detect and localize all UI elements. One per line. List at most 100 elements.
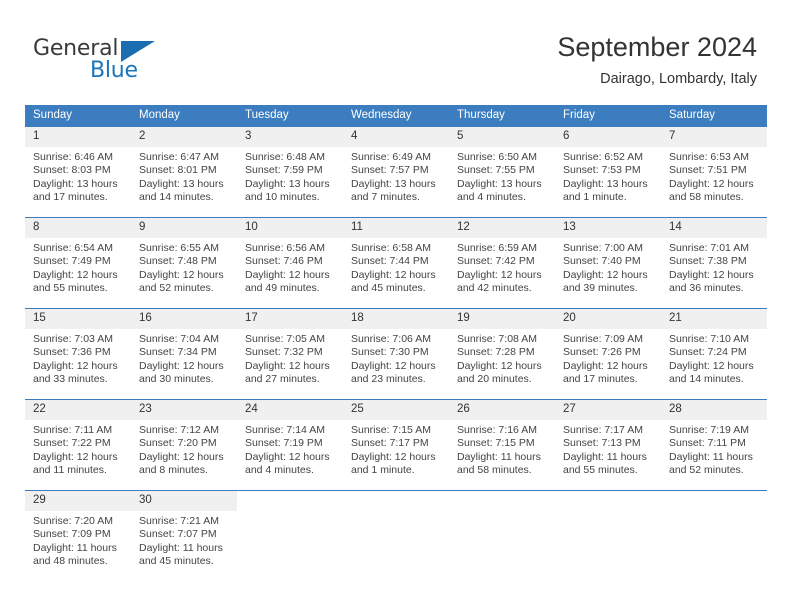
day-number: 12 xyxy=(449,218,555,238)
sunset-text: Sunset: 7:17 PM xyxy=(351,437,429,450)
sunrise-text: Sunrise: 7:08 AM xyxy=(457,333,537,345)
sunrise-text: Sunrise: 7:19 AM xyxy=(669,424,749,436)
daylight-text-line1: Daylight: 12 hours xyxy=(669,359,754,372)
sunrise-text: Sunrise: 7:00 AM xyxy=(563,242,643,254)
daylight-text-line1: Daylight: 12 hours xyxy=(351,359,436,372)
day-cell[interactable]: 1 Sunrise: 6:46 AM Sunset: 8:03 PM Dayli… xyxy=(25,126,131,208)
day-cell[interactable]: 5 Sunrise: 6:50 AM Sunset: 7:55 PM Dayli… xyxy=(449,126,555,208)
day-number: 24 xyxy=(237,400,343,420)
sunset-text: Sunset: 7:53 PM xyxy=(563,164,641,177)
daylight-text-line2: and 33 minutes. xyxy=(33,373,108,386)
daylight-text-line2: and 52 minutes. xyxy=(669,464,744,477)
daylight-text-line1: Daylight: 12 hours xyxy=(351,450,436,463)
day-cell[interactable]: 15 Sunrise: 7:03 AM Sunset: 7:36 PM Dayl… xyxy=(25,308,131,390)
day-cell[interactable]: 14 Sunrise: 7:01 AM Sunset: 7:38 PM Dayl… xyxy=(661,217,767,299)
day-cell[interactable]: 20 Sunrise: 7:09 AM Sunset: 7:26 PM Dayl… xyxy=(555,308,661,390)
daylight-text-line2: and 1 minute. xyxy=(563,191,627,204)
sunset-text: Sunset: 7:32 PM xyxy=(245,346,323,359)
page-subtitle: Dairago, Lombardy, Italy xyxy=(600,71,757,87)
daylight-text-line1: Daylight: 12 hours xyxy=(245,359,330,372)
day-info: Sunrise: 7:09 AM Sunset: 7:26 PM Dayligh… xyxy=(555,329,661,387)
calendar-week-row: 29 Sunrise: 7:20 AM Sunset: 7:09 PM Dayl… xyxy=(25,490,767,572)
sunrise-text: Sunrise: 6:48 AM xyxy=(245,151,325,163)
day-info: Sunrise: 6:58 AM Sunset: 7:44 PM Dayligh… xyxy=(343,238,449,296)
sunset-text: Sunset: 7:09 PM xyxy=(33,528,111,541)
daylight-text-line1: Daylight: 12 hours xyxy=(245,268,330,281)
day-cell[interactable]: 13 Sunrise: 7:00 AM Sunset: 7:40 PM Dayl… xyxy=(555,217,661,299)
day-cell[interactable]: 11 Sunrise: 6:58 AM Sunset: 7:44 PM Dayl… xyxy=(343,217,449,299)
day-number: 25 xyxy=(343,400,449,420)
daylight-text-line2: and 14 minutes. xyxy=(139,191,214,204)
sunrise-text: Sunrise: 6:46 AM xyxy=(33,151,113,163)
week-separator xyxy=(25,208,767,218)
daylight-text-line2: and 42 minutes. xyxy=(457,282,532,295)
day-number: 4 xyxy=(343,127,449,147)
calendar-table: Sunday Monday Tuesday Wednesday Thursday… xyxy=(25,105,767,572)
day-cell[interactable]: 30 Sunrise: 7:21 AM Sunset: 7:07 PM Dayl… xyxy=(131,490,237,572)
day-cell[interactable]: 8 Sunrise: 6:54 AM Sunset: 7:49 PM Dayli… xyxy=(25,217,131,299)
day-number: 6 xyxy=(555,127,661,147)
daylight-text-line2: and 55 minutes. xyxy=(563,464,638,477)
sunrise-text: Sunrise: 7:01 AM xyxy=(669,242,749,254)
weekday-header-thursday: Thursday xyxy=(449,105,555,127)
daylight-text-line2: and 8 minutes. xyxy=(139,464,208,477)
day-cell[interactable]: 19 Sunrise: 7:08 AM Sunset: 7:28 PM Dayl… xyxy=(449,308,555,390)
day-cell[interactable]: 24 Sunrise: 7:14 AM Sunset: 7:19 PM Dayl… xyxy=(237,399,343,481)
daylight-text-line1: Daylight: 12 hours xyxy=(33,450,118,463)
day-info: Sunrise: 7:15 AM Sunset: 7:17 PM Dayligh… xyxy=(343,420,449,478)
sunrise-text: Sunrise: 7:15 AM xyxy=(351,424,431,436)
daylight-text-line2: and 45 minutes. xyxy=(351,282,426,295)
day-info: Sunrise: 7:01 AM Sunset: 7:38 PM Dayligh… xyxy=(661,238,767,296)
sunrise-text: Sunrise: 7:20 AM xyxy=(33,515,113,527)
day-number: 14 xyxy=(661,218,767,238)
day-info: Sunrise: 7:17 AM Sunset: 7:13 PM Dayligh… xyxy=(555,420,661,478)
day-cell[interactable]: 3 Sunrise: 6:48 AM Sunset: 7:59 PM Dayli… xyxy=(237,126,343,208)
day-cell[interactable]: 9 Sunrise: 6:55 AM Sunset: 7:48 PM Dayli… xyxy=(131,217,237,299)
day-cell[interactable]: 2 Sunrise: 6:47 AM Sunset: 8:01 PM Dayli… xyxy=(131,126,237,208)
day-cell[interactable]: 4 Sunrise: 6:49 AM Sunset: 7:57 PM Dayli… xyxy=(343,126,449,208)
day-number: 21 xyxy=(661,309,767,329)
day-cell[interactable]: 27 Sunrise: 7:17 AM Sunset: 7:13 PM Dayl… xyxy=(555,399,661,481)
week-separator xyxy=(25,390,767,400)
day-cell[interactable]: 6 Sunrise: 6:52 AM Sunset: 7:53 PM Dayli… xyxy=(555,126,661,208)
daylight-text-line1: Daylight: 12 hours xyxy=(33,268,118,281)
day-cell[interactable]: 16 Sunrise: 7:04 AM Sunset: 7:34 PM Dayl… xyxy=(131,308,237,390)
day-cell[interactable]: 17 Sunrise: 7:05 AM Sunset: 7:32 PM Dayl… xyxy=(237,308,343,390)
daylight-text-line2: and 58 minutes. xyxy=(669,191,744,204)
daylight-text-line1: Daylight: 11 hours xyxy=(669,450,753,463)
day-cell[interactable]: 22 Sunrise: 7:11 AM Sunset: 7:22 PM Dayl… xyxy=(25,399,131,481)
sunrise-text: Sunrise: 7:14 AM xyxy=(245,424,325,436)
sunset-text: Sunset: 7:11 PM xyxy=(669,437,746,450)
day-cell[interactable]: 21 Sunrise: 7:10 AM Sunset: 7:24 PM Dayl… xyxy=(661,308,767,390)
day-cell[interactable]: 7 Sunrise: 6:53 AM Sunset: 7:51 PM Dayli… xyxy=(661,126,767,208)
day-cell-empty xyxy=(237,490,343,572)
day-info: Sunrise: 7:04 AM Sunset: 7:34 PM Dayligh… xyxy=(131,329,237,387)
day-number: 23 xyxy=(131,400,237,420)
sunrise-text: Sunrise: 6:52 AM xyxy=(563,151,643,163)
sunset-text: Sunset: 8:03 PM xyxy=(33,164,111,177)
sunset-text: Sunset: 7:22 PM xyxy=(33,437,111,450)
sunrise-text: Sunrise: 7:09 AM xyxy=(563,333,643,345)
day-cell[interactable]: 26 Sunrise: 7:16 AM Sunset: 7:15 PM Dayl… xyxy=(449,399,555,481)
daylight-text-line2: and 4 minutes. xyxy=(457,191,526,204)
day-info: Sunrise: 7:21 AM Sunset: 7:07 PM Dayligh… xyxy=(131,511,237,569)
sunset-text: Sunset: 7:59 PM xyxy=(245,164,323,177)
sunset-text: Sunset: 7:40 PM xyxy=(563,255,641,268)
day-number: 10 xyxy=(237,218,343,238)
day-cell[interactable]: 25 Sunrise: 7:15 AM Sunset: 7:17 PM Dayl… xyxy=(343,399,449,481)
day-cell[interactable]: 23 Sunrise: 7:12 AM Sunset: 7:20 PM Dayl… xyxy=(131,399,237,481)
daylight-text-line1: Daylight: 13 hours xyxy=(33,177,118,190)
day-cell[interactable]: 29 Sunrise: 7:20 AM Sunset: 7:09 PM Dayl… xyxy=(25,490,131,572)
daylight-text-line2: and 48 minutes. xyxy=(33,555,108,568)
day-number: 15 xyxy=(25,309,131,329)
day-cell[interactable]: 10 Sunrise: 6:56 AM Sunset: 7:46 PM Dayl… xyxy=(237,217,343,299)
day-number: 3 xyxy=(237,127,343,147)
day-info: Sunrise: 6:47 AM Sunset: 8:01 PM Dayligh… xyxy=(131,147,237,205)
weekday-header-sunday: Sunday xyxy=(25,105,131,127)
day-cell[interactable]: 12 Sunrise: 6:59 AM Sunset: 7:42 PM Dayl… xyxy=(449,217,555,299)
week-separator xyxy=(25,299,767,309)
day-cell[interactable]: 28 Sunrise: 7:19 AM Sunset: 7:11 PM Dayl… xyxy=(661,399,767,481)
sunrise-text: Sunrise: 6:55 AM xyxy=(139,242,219,254)
day-cell[interactable]: 18 Sunrise: 7:06 AM Sunset: 7:30 PM Dayl… xyxy=(343,308,449,390)
generalblue-logo[interactable]: General Blue xyxy=(33,36,213,86)
